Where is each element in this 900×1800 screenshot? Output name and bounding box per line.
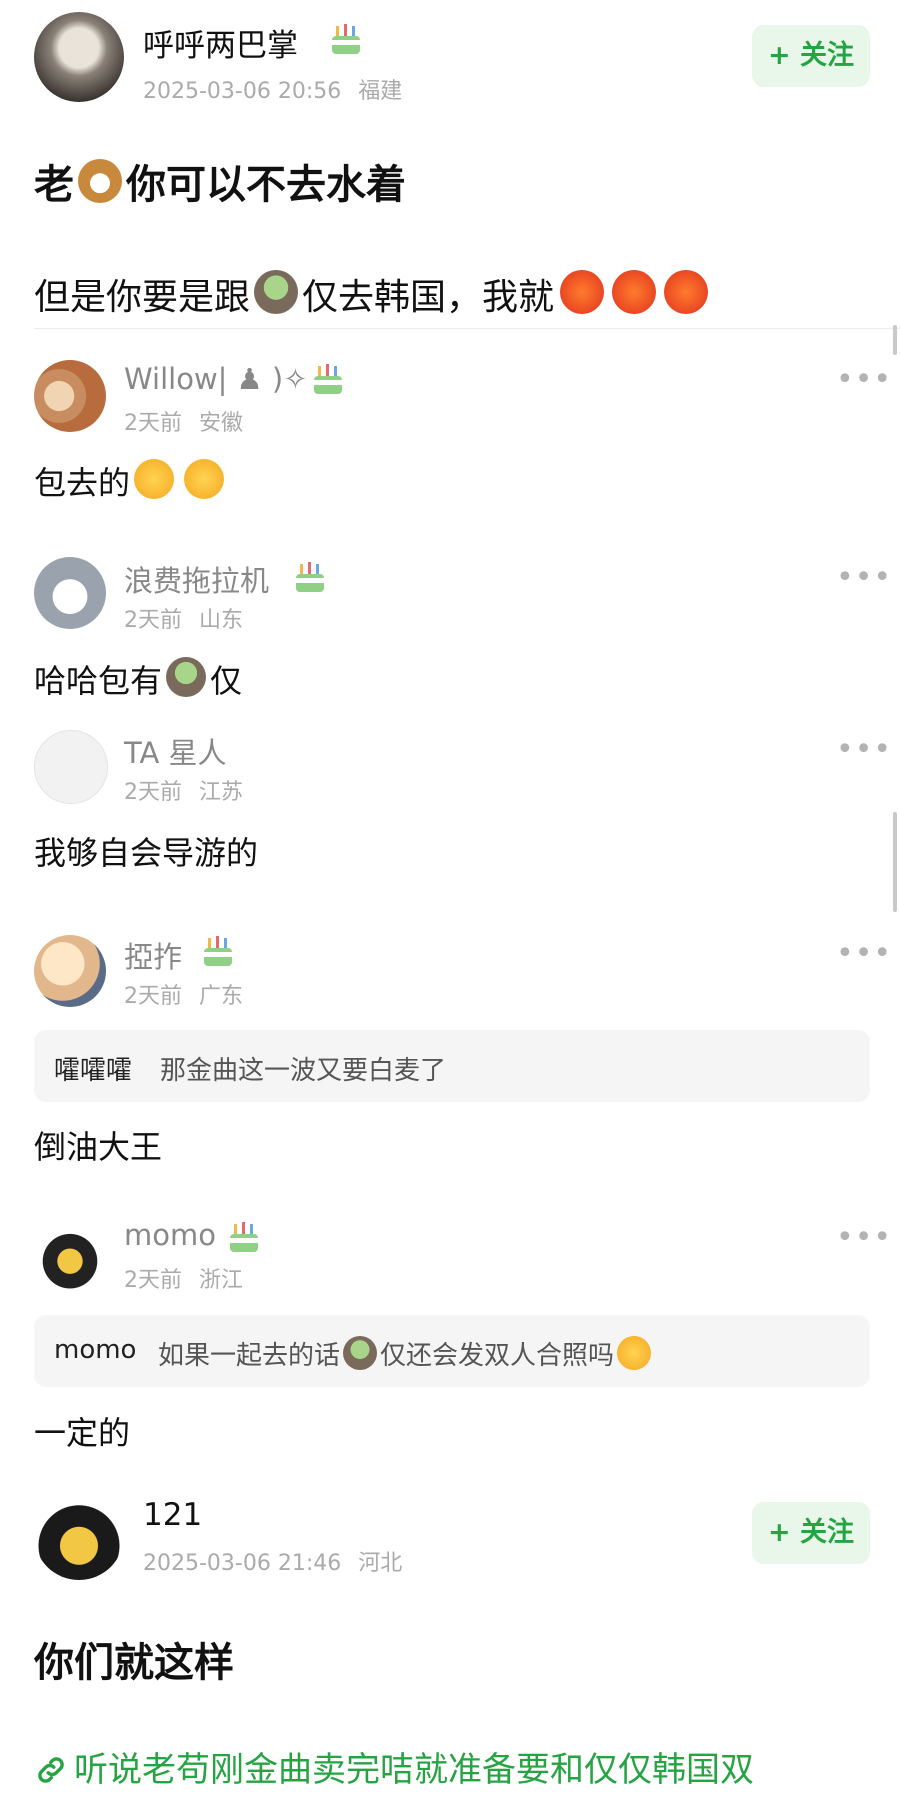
commenter-avatar[interactable]	[34, 360, 106, 432]
post-location: 福建	[358, 79, 403, 104]
scrollbar-thumb[interactable]	[893, 812, 897, 912]
comment-text-body: 包去的	[34, 464, 131, 502]
comment-time: 2天前	[124, 984, 182, 1009]
post-line-2-a: 但是你要是跟	[34, 277, 251, 318]
tea-cup-emoji-icon	[254, 270, 299, 314]
quoted-reply-text-a: 如果一起去的话	[158, 1341, 341, 1371]
quoted-reply[interactable]: momo 如果一起去的话 仅还会发双人合照吗	[34, 1315, 870, 1387]
post-line-1-b: 你可以不去水着	[126, 162, 406, 208]
more-dots-icon[interactable]: •••	[836, 1220, 892, 1255]
quoted-reply[interactable]: 嚯嚯嚯 那金曲这一波又要白麦了	[34, 1030, 870, 1102]
scrollbar[interactable]	[893, 325, 897, 355]
angry-face-emoji-icon	[612, 270, 657, 314]
comment-location: 江苏	[199, 780, 244, 805]
post-divider	[34, 328, 900, 329]
grimacing-face-emoji-icon	[617, 1336, 652, 1370]
commenter-name[interactable]: momo	[124, 1218, 216, 1252]
commenter-name[interactable]: Willow| ♟ )✧	[124, 362, 308, 396]
comment-text: 哈哈包有 仅	[34, 656, 242, 702]
post-line-2: 但是你要是跟 仅去韩国，我就	[34, 268, 709, 320]
dog-face-emoji-icon	[78, 159, 122, 203]
post-datetime: 2025-03-06 20:56	[143, 79, 342, 104]
commenter-avatar[interactable]	[34, 1218, 106, 1290]
comment-text: 倒油大王	[34, 1128, 163, 1166]
post-line-1-a: 老	[34, 162, 74, 208]
comment-text-b: 仅	[210, 662, 243, 700]
comment-location: 山东	[199, 608, 244, 633]
commenter-avatar[interactable]	[34, 557, 106, 629]
birthday-cake-badge-icon	[314, 364, 342, 394]
more-dots-icon[interactable]: •••	[836, 362, 892, 397]
post-link[interactable]: 听说老苟刚金曲卖完咭就准备要和仅仅韩国双	[34, 1742, 754, 1791]
birthday-cake-badge-icon	[296, 562, 324, 592]
post-line-2-b: 仅去韩国，我就	[302, 277, 555, 318]
link-icon	[38, 1757, 64, 1783]
commenter-avatar[interactable]	[34, 730, 108, 804]
more-dots-icon[interactable]: •••	[836, 936, 892, 971]
follow-button[interactable]: + 关注	[752, 1502, 870, 1564]
comment-time: 2天前	[124, 608, 182, 633]
author-avatar[interactable]	[34, 1490, 124, 1580]
post-title: 你们就这样	[34, 1640, 234, 1686]
commenter-name[interactable]: 掗拃	[124, 934, 182, 976]
birthday-cake-badge-icon	[230, 1222, 258, 1252]
comment-location: 广东	[199, 984, 244, 1009]
commenter-name[interactable]: TA 星人	[124, 730, 227, 772]
commenter-avatar[interactable]	[34, 935, 106, 1007]
comment-location: 安徽	[199, 411, 244, 436]
quoted-reply-text: 如果一起去的话 仅还会发双人合照吗	[158, 1335, 652, 1372]
post-datetime: 2025-03-06 21:46	[143, 1551, 342, 1576]
more-dots-icon[interactable]: •••	[836, 732, 892, 767]
comment-time: 2天前	[124, 1268, 182, 1293]
quoted-reply-author: momo	[54, 1335, 137, 1365]
rofl-emoji-icon	[184, 459, 225, 499]
rofl-emoji-icon	[134, 459, 175, 499]
post-location: 河北	[358, 1551, 403, 1576]
angry-face-emoji-icon	[664, 270, 709, 314]
comment-time: 2天前	[124, 780, 182, 805]
author-name[interactable]: 呼呼两巴掌	[143, 20, 298, 65]
tea-cup-emoji-icon	[166, 657, 207, 697]
comment-text: 包去的	[34, 458, 225, 504]
birthday-cake-badge-icon	[204, 936, 232, 966]
more-dots-icon[interactable]: •••	[836, 560, 892, 595]
author-name[interactable]: 121	[143, 1497, 202, 1533]
comment-time: 2天前	[124, 411, 182, 436]
tea-cup-emoji-icon	[343, 1336, 378, 1370]
follow-button[interactable]: + 关注	[752, 25, 870, 87]
quoted-reply-author: 嚯嚯嚯	[54, 1056, 133, 1086]
post-link-text[interactable]: 听说老苟刚金曲卖完咭就准备要和仅仅韩国双	[74, 1750, 754, 1790]
quoted-reply-text: 那金曲这一波又要白麦了	[160, 1056, 447, 1086]
author-avatar[interactable]	[34, 12, 124, 102]
birthday-cake-badge-icon	[332, 24, 360, 54]
angry-face-emoji-icon	[560, 270, 605, 314]
post-line-1: 老 你可以不去水着	[34, 152, 406, 210]
comment-location: 浙江	[199, 1268, 244, 1293]
comment-text: 我够自会导游的	[34, 834, 259, 872]
quoted-reply-text-b: 仅还会发双人合照吗	[380, 1341, 615, 1371]
comment-text: 一定的	[34, 1414, 131, 1452]
commenter-name[interactable]: 浪费拖拉机	[124, 558, 269, 600]
comment-text-a: 哈哈包有	[34, 662, 163, 700]
